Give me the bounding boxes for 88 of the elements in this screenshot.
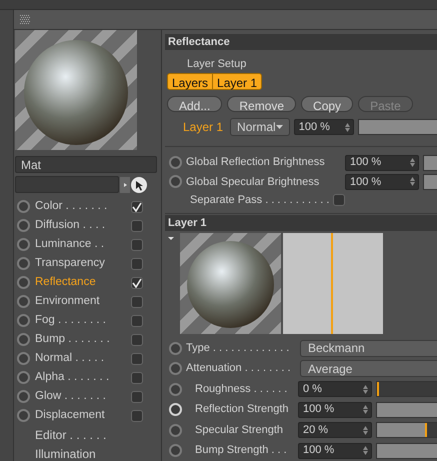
stepper-icon	[363, 405, 368, 414]
layer-tab[interactable]: Layers	[167, 73, 214, 90]
number-field[interactable]: 100 %	[345, 174, 419, 190]
channel-item[interactable]: Editor . . . . . .	[35, 426, 106, 444]
property-label: Specular Strength	[195, 422, 284, 438]
channel-item[interactable]: Luminance . .	[35, 236, 131, 254]
checkbox[interactable]	[131, 334, 143, 346]
checkbox[interactable]	[131, 258, 143, 270]
stepper-icon	[410, 177, 415, 186]
channel-item[interactable]: Alpha . . . . . . .	[35, 368, 131, 386]
radio-icon[interactable]	[169, 156, 182, 170]
number-field[interactable]: 100 %	[345, 154, 419, 171]
layer-setup-label: Layer Setup	[187, 57, 248, 71]
action-button[interactable]: Remove	[227, 96, 296, 112]
radio-icon[interactable]	[17, 314, 30, 327]
property-label: Reflection Strength	[195, 402, 290, 418]
radio-icon[interactable]	[169, 342, 182, 355]
checkmark-icon	[132, 202, 142, 212]
number-field[interactable]: 100 %	[298, 442, 372, 459]
stepper-icon	[363, 384, 368, 394]
channel-item[interactable]: Transparency	[35, 254, 131, 272]
caret-icon	[276, 125, 283, 129]
radio-icon[interactable]	[17, 352, 30, 365]
dropdown[interactable]: Beckmann	[300, 340, 437, 357]
material-name-field[interactable]: Mat	[15, 156, 157, 173]
radio-icon[interactable]	[17, 257, 30, 270]
checkbox[interactable]	[131, 200, 143, 212]
checkbox[interactable]	[131, 352, 143, 364]
number-field[interactable]: 100 %	[298, 402, 372, 418]
radio-icon[interactable]	[17, 390, 30, 403]
property-label: Global Reflection Brightness	[186, 155, 326, 170]
property-label: Roughness . . . . . .	[195, 382, 288, 397]
action-button[interactable]: Add...	[167, 96, 222, 112]
number-field[interactable]: 0 %	[298, 381, 372, 398]
radio-icon[interactable]	[17, 238, 30, 251]
channel-item[interactable]: Diffusion . . . .	[35, 216, 131, 234]
radio-icon[interactable]	[169, 362, 182, 376]
property-label: Separate Pass . . . . . . . . . . .	[190, 193, 329, 208]
checkbox[interactable]	[131, 296, 143, 308]
property-label: Bump Strength . . .	[195, 443, 288, 458]
checkmark-icon	[132, 278, 142, 288]
radio-icon[interactable]	[17, 219, 30, 232]
checkbox[interactable]	[131, 390, 143, 402]
checkbox[interactable]	[333, 194, 345, 206]
dropdown[interactable]: Average	[300, 360, 437, 378]
checkbox[interactable]	[131, 372, 143, 384]
layer-name: Layer 1	[183, 119, 224, 136]
caret-icon[interactable]	[120, 176, 130, 192]
property-label: Type . . . . . . . . . . . . .	[186, 340, 290, 356]
section-header: Layer 1	[165, 214, 437, 231]
channel-item[interactable]: Displacement	[35, 406, 131, 424]
blend-mode-dropdown[interactable]: Normal	[230, 118, 290, 136]
checkbox[interactable]	[131, 220, 143, 232]
channel-item[interactable]: Color . . . . . . .	[35, 198, 131, 216]
checkbox[interactable]	[131, 238, 143, 250]
section-header: Reflectance	[165, 34, 437, 50]
radio-icon[interactable]	[17, 409, 30, 422]
radio-icon[interactable]	[17, 371, 30, 384]
pointer-icon[interactable]	[131, 176, 147, 192]
radio-icon[interactable]	[169, 382, 182, 396]
checkbox[interactable]	[131, 314, 143, 326]
radio-icon[interactable]	[169, 424, 182, 437]
number-field[interactable]: 20 %	[298, 422, 372, 438]
checkbox[interactable]	[131, 410, 143, 422]
channel-item[interactable]: Environment	[35, 292, 131, 310]
channel-item[interactable]: Reflectance	[35, 274, 131, 292]
radio-icon[interactable]	[169, 175, 182, 188]
channel-item[interactable]: Glow . . . . . . .	[35, 388, 131, 406]
dropdown-field[interactable]	[15, 176, 119, 193]
channel-item[interactable]: Bump . . . . . . .	[35, 330, 131, 348]
checkbox[interactable]	[131, 276, 143, 288]
stepper-icon	[410, 158, 415, 168]
radio-icon[interactable]	[17, 333, 30, 346]
stepper-icon	[363, 446, 368, 456]
radio-icon[interactable]	[17, 276, 30, 289]
channel-item[interactable]: Illumination	[35, 444, 96, 461]
radio-icon[interactable]	[17, 295, 30, 308]
stepper-icon	[344, 122, 350, 132]
layer-tab[interactable]: Layer 1	[213, 73, 262, 90]
property-label: Attenuation . . . . . . . .	[186, 361, 292, 376]
radio-icon[interactable]	[17, 200, 30, 213]
property-label: Global Specular Brightness	[186, 174, 320, 190]
radio-icon[interactable]	[169, 444, 182, 458]
number-field[interactable]: 100 %	[294, 119, 354, 135]
stepper-icon	[363, 426, 368, 435]
action-button[interactable]: Copy	[301, 96, 354, 112]
channel-item[interactable]: Normal . . . . .	[35, 350, 131, 368]
channel-item[interactable]: Fog . . . . . . . .	[35, 312, 131, 330]
